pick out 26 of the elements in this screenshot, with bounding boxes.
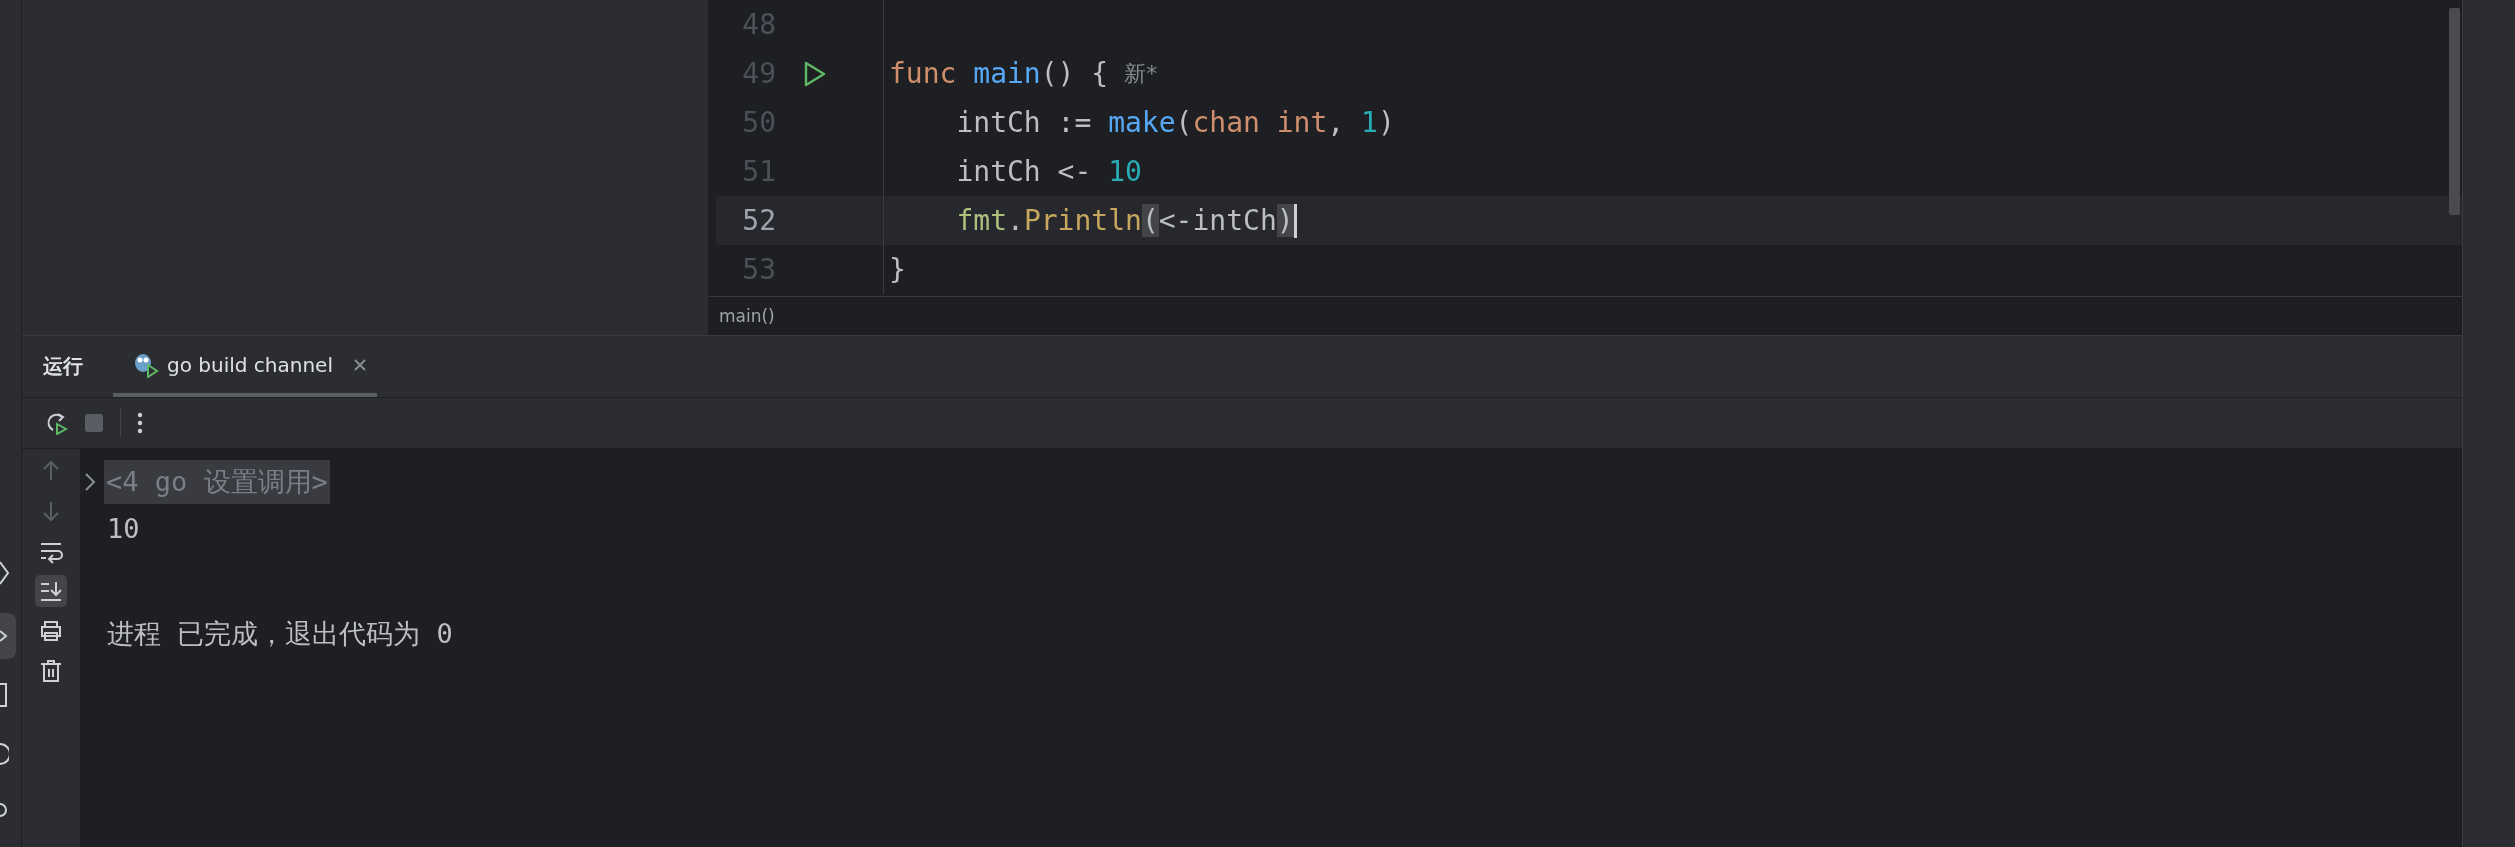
console-output: 进程 已完成，退出代码为 0 (107, 617, 453, 651)
git-icon[interactable] (0, 800, 8, 820)
gopher-run-icon (133, 351, 159, 378)
code-line: func main() { (889, 57, 1109, 90)
line-number: 52 (741, 204, 776, 237)
console-output: 10 (107, 512, 140, 544)
code-icon[interactable] (0, 560, 10, 586)
expand-chevron-icon[interactable] (84, 472, 96, 492)
chevron-icon (0, 630, 8, 642)
scroll-end-icon[interactable] (35, 575, 67, 607)
code-line: intCh <- 10 (955, 155, 1142, 188)
problems-icon[interactable] (0, 742, 9, 766)
code-line: intCh := make(chan int, 1) (955, 106, 1395, 139)
terminal-icon[interactable] (0, 682, 8, 708)
code-line: } (889, 253, 906, 286)
more-icon[interactable] (137, 412, 143, 434)
close-icon[interactable] (352, 357, 367, 372)
rerun-icon[interactable] (44, 411, 68, 435)
run-tab[interactable]: go build channel (113, 336, 377, 397)
panel-title: 运行 (43, 353, 83, 380)
run-icon[interactable] (804, 60, 826, 87)
author-hint[interactable]: 新* (1124, 58, 1158, 89)
run-tool-button[interactable] (0, 613, 16, 659)
code-line: fmt.Println(<-intCh) (955, 204, 1294, 237)
breadcrumb[interactable]: main() (719, 306, 775, 326)
scrollbar-thumb[interactable] (2449, 8, 2460, 215)
